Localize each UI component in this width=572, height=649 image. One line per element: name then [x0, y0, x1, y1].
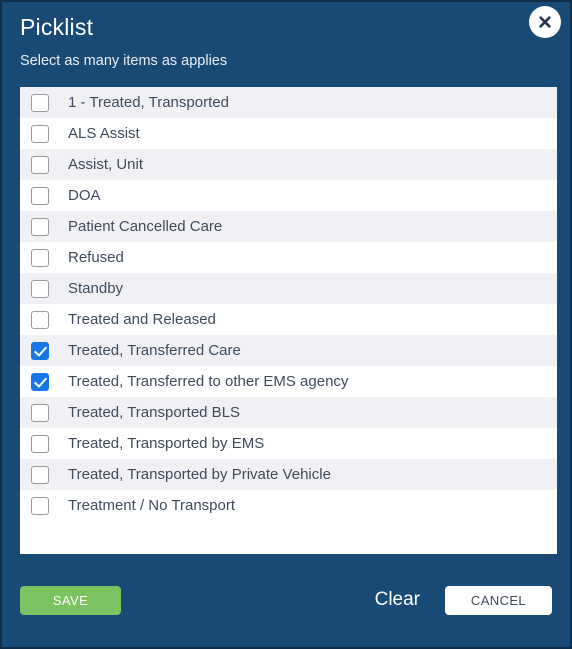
list-item-label: Treated, Transferred to other EMS agency — [68, 373, 349, 390]
checkbox-icon[interactable] — [31, 496, 49, 515]
list-item-label: 1 - Treated, Transported — [68, 94, 229, 111]
list-item-label: Refused — [68, 249, 124, 266]
list-item[interactable]: DOA — [20, 180, 557, 211]
dialog-subtitle: Select as many items as applies — [20, 53, 228, 69]
list-item-label: Patient Cancelled Care — [68, 218, 223, 235]
list-item[interactable]: Standby — [20, 273, 557, 304]
checkbox-icon[interactable] — [31, 93, 49, 112]
list-item-label: Treated, Transported by EMS — [68, 435, 265, 452]
list-item[interactable]: Treatment / No Transport — [20, 490, 557, 521]
checkbox-checked-icon[interactable] — [31, 372, 49, 391]
checkbox-icon[interactable] — [31, 124, 49, 143]
list-item-label: Assist, Unit — [68, 156, 144, 173]
checkbox-icon[interactable] — [31, 186, 49, 205]
list-item-label: ALS Assist — [68, 125, 140, 142]
list-item[interactable]: Treated, Transported by Private Vehicle — [20, 459, 557, 490]
list-item[interactable]: Treated, Transferred Care — [20, 335, 557, 366]
save-button[interactable]: SAVE — [20, 585, 121, 615]
list-item[interactable]: 1 - Treated, Transported — [20, 87, 557, 118]
checkbox-icon[interactable] — [31, 279, 49, 298]
dialog-footer: SAVE Clear CANCEL — [2, 580, 570, 620]
cancel-button[interactable]: CANCEL — [445, 585, 552, 615]
list-item[interactable]: ALS Assist — [20, 118, 557, 149]
list-item[interactable]: Patient Cancelled Care — [20, 211, 557, 242]
dialog-header: Picklist Select as many items as applies — [2, 2, 570, 71]
checkbox-icon[interactable] — [31, 310, 49, 329]
checkbox-icon[interactable] — [31, 465, 49, 484]
page-title: Picklist — [20, 14, 94, 40]
list-item-label: Standby — [68, 280, 124, 297]
picklist-scroll-area[interactable]: 1 - Treated, Transported ALS Assist Assist… — [20, 87, 557, 554]
checkbox-icon[interactable] — [31, 248, 49, 267]
list-item-label: Treated, Transported BLS — [68, 404, 241, 421]
close-icon — [538, 15, 552, 29]
list-item[interactable]: Treated and Released — [20, 304, 557, 335]
checkbox-icon[interactable] — [31, 434, 49, 453]
list-item-label: Treated and Released — [68, 311, 216, 328]
checkbox-icon[interactable] — [31, 217, 49, 236]
picklist-panel: 1 - Treated, Transported ALS Assist Assist… — [20, 87, 557, 554]
list-item-label: Treated, Transported by Private Vehicle — [68, 466, 331, 483]
checkbox-icon[interactable] — [31, 155, 49, 174]
close-button[interactable] — [529, 6, 561, 38]
list-item[interactable]: Treated, Transported by EMS — [20, 428, 557, 459]
clear-link[interactable]: Clear — [375, 589, 420, 611]
list-item-label: Treatment / No Transport — [68, 497, 236, 514]
checkbox-checked-icon[interactable] — [31, 341, 49, 360]
list-item[interactable]: Treated, Transferred to other EMS agency — [20, 366, 557, 397]
list-item[interactable]: Refused — [20, 242, 557, 273]
picklist-items: 1 - Treated, Transported ALS Assist Assist… — [20, 87, 557, 521]
list-item[interactable]: Treated, Transported BLS — [20, 397, 557, 428]
checkbox-icon[interactable] — [31, 403, 49, 422]
list-item-label: DOA — [68, 187, 101, 204]
list-item[interactable]: Assist, Unit — [20, 149, 557, 180]
list-item-label: Treated, Transferred Care — [68, 342, 241, 359]
picklist-dialog: Picklist Select as many items as applies… — [0, 0, 572, 649]
